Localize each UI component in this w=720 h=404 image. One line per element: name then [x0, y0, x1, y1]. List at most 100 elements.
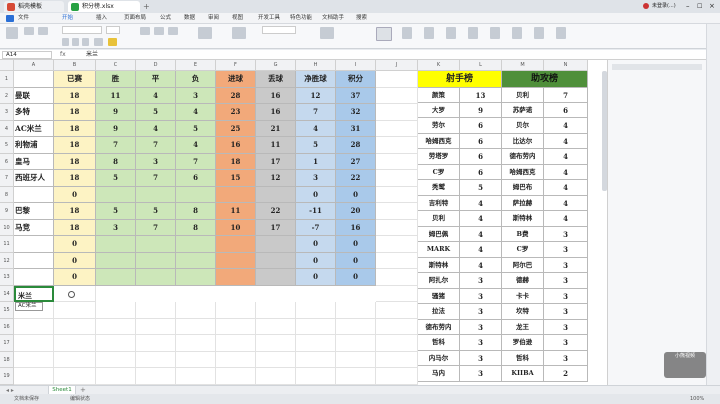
league-cell-team-name[interactable]: 多特 [14, 104, 54, 121]
league-cell-goal-difference[interactable]: 3 [296, 170, 336, 187]
league-cell-played[interactable]: 0 [54, 252, 96, 269]
empty-cell[interactable] [14, 368, 54, 385]
column-header[interactable]: K [418, 60, 460, 71]
league-cell-team-name[interactable]: 皇马 [14, 153, 54, 170]
empty-cell[interactable] [216, 318, 256, 335]
column-header[interactable]: G [256, 60, 296, 71]
maximize-icon[interactable]: ☐ [697, 1, 702, 12]
empty-cell[interactable] [54, 368, 96, 385]
league-cell-goals-against[interactable]: 21 [256, 120, 296, 137]
empty-cell[interactable] [376, 137, 418, 154]
league-cell-goals-for[interactable]: 15 [216, 170, 256, 187]
league-cell-played[interactable]: 18 [54, 153, 96, 170]
league-cell-points[interactable]: 0 [336, 186, 376, 203]
league-cell-draws[interactable] [136, 236, 176, 253]
empty-cell[interactable] [136, 335, 176, 352]
league-cell-losses[interactable] [176, 236, 216, 253]
column-header[interactable]: H [296, 60, 336, 71]
tab-docer[interactable]: 稻壳模板 [4, 1, 64, 12]
align-right-icon[interactable] [168, 27, 178, 35]
empty-cell[interactable] [176, 368, 216, 385]
assister-name[interactable]: 龙王 [502, 319, 544, 336]
filter-icon[interactable] [424, 27, 434, 39]
fill-icon[interactable] [468, 27, 478, 39]
assister-assists[interactable]: 4 [544, 195, 588, 212]
empty-cell[interactable] [376, 368, 418, 385]
scorer-goals[interactable]: 13 [460, 87, 502, 103]
paste-icon[interactable] [6, 27, 18, 39]
empty-cell[interactable] [136, 368, 176, 385]
league-cell-goal-difference[interactable]: 7 [296, 104, 336, 121]
empty-cell[interactable] [336, 302, 376, 319]
empty-cell[interactable] [14, 351, 54, 368]
league-cell-team-name[interactable]: 巴黎 [14, 203, 54, 220]
league-cell-wins[interactable]: 3 [96, 219, 136, 236]
empty-cell[interactable] [376, 335, 418, 352]
scorer-name[interactable]: 斯特林 [418, 257, 460, 274]
empty-cell[interactable] [96, 318, 136, 335]
scorer-goals[interactable]: 4 [460, 211, 502, 227]
assister-assists[interactable]: 3 [544, 257, 588, 274]
row-header[interactable]: 9 [0, 203, 14, 220]
league-cell-goals-against[interactable]: 17 [256, 153, 296, 170]
assister-assists[interactable]: 4 [544, 180, 588, 196]
close-icon[interactable]: × [709, 1, 715, 12]
empty-cell[interactable] [54, 335, 96, 352]
league-cell-goals-against[interactable]: 16 [256, 104, 296, 121]
scorer-name[interactable]: 吉利特 [418, 195, 460, 212]
league-cell-goal-difference[interactable]: 0 [296, 236, 336, 253]
league-cell-losses[interactable] [176, 269, 216, 286]
league-cell-team-name[interactable]: 利物浦 [14, 137, 54, 154]
empty-cell[interactable] [336, 335, 376, 352]
italic-icon[interactable] [72, 38, 79, 46]
league-cell-played[interactable]: 18 [54, 170, 96, 187]
select-all-corner[interactable] [0, 60, 14, 71]
assister-name[interactable]: 坎特 [502, 304, 544, 320]
league-cell-wins[interactable]: 8 [96, 153, 136, 170]
league-cell-goal-difference[interactable]: -11 [296, 203, 336, 220]
empty-cell[interactable] [296, 351, 336, 368]
empty-cell[interactable] [376, 186, 418, 203]
sort-icon[interactable] [446, 27, 456, 39]
column-header[interactable]: J [376, 60, 418, 71]
row-header[interactable]: 2 [0, 87, 14, 104]
font-select[interactable] [62, 26, 102, 34]
column-header[interactable]: L [460, 60, 502, 71]
scorer-goals[interactable]: 4 [460, 195, 502, 212]
assister-name[interactable]: B费 [502, 226, 544, 243]
scorer-name[interactable]: 马内 [418, 366, 460, 382]
league-cell-draws[interactable]: 3 [136, 153, 176, 170]
cut-icon[interactable] [24, 27, 34, 35]
scorer-goals[interactable]: 6 [460, 149, 502, 165]
empty-cell[interactable] [296, 302, 336, 319]
league-cell-goals-against[interactable]: 12 [256, 170, 296, 187]
sum-icon[interactable] [402, 27, 412, 39]
league-cell-goals-for[interactable]: 11 [216, 203, 256, 220]
spreadsheet-grid[interactable]: A B C D E F G H I J K L M N 1 2 3 4 5 6 7 8 9 10 11 12 13 14 15 16 17 1… [0, 60, 607, 385]
scorer-name[interactable]: 姆巴佩 [418, 226, 460, 243]
league-cell-wins[interactable]: 11 [96, 87, 136, 104]
assister-name[interactable]: 贝利 [502, 87, 544, 103]
menu-review[interactable]: 审阅 [208, 13, 219, 24]
league-cell-points[interactable]: 16 [336, 219, 376, 236]
tab-workbook[interactable]: 积分榜.xlsx [68, 1, 140, 12]
empty-cell[interactable] [296, 318, 336, 335]
row-header[interactable]: 4 [0, 120, 14, 137]
assister-assists[interactable]: 4 [544, 133, 588, 150]
column-header[interactable]: N [544, 60, 588, 71]
empty-cell[interactable] [376, 302, 418, 319]
underline-icon[interactable] [82, 38, 89, 46]
assister-name[interactable]: 斯特林 [502, 211, 544, 227]
bold-icon[interactable] [62, 38, 69, 46]
empty-cell[interactable] [296, 335, 336, 352]
scorer-name[interactable]: 颜策 [418, 87, 460, 103]
empty-cell[interactable] [216, 368, 256, 385]
empty-cell[interactable] [296, 368, 336, 385]
league-cell-goals-for[interactable]: 28 [216, 87, 256, 104]
league-cell-played[interactable]: 0 [54, 236, 96, 253]
assister-name[interactable]: 德赫 [502, 273, 544, 289]
scorer-goals[interactable]: 6 [460, 164, 502, 181]
empty-cell[interactable] [376, 120, 418, 137]
row-header[interactable]: 16 [0, 318, 14, 335]
league-cell-draws[interactable]: 5 [136, 203, 176, 220]
